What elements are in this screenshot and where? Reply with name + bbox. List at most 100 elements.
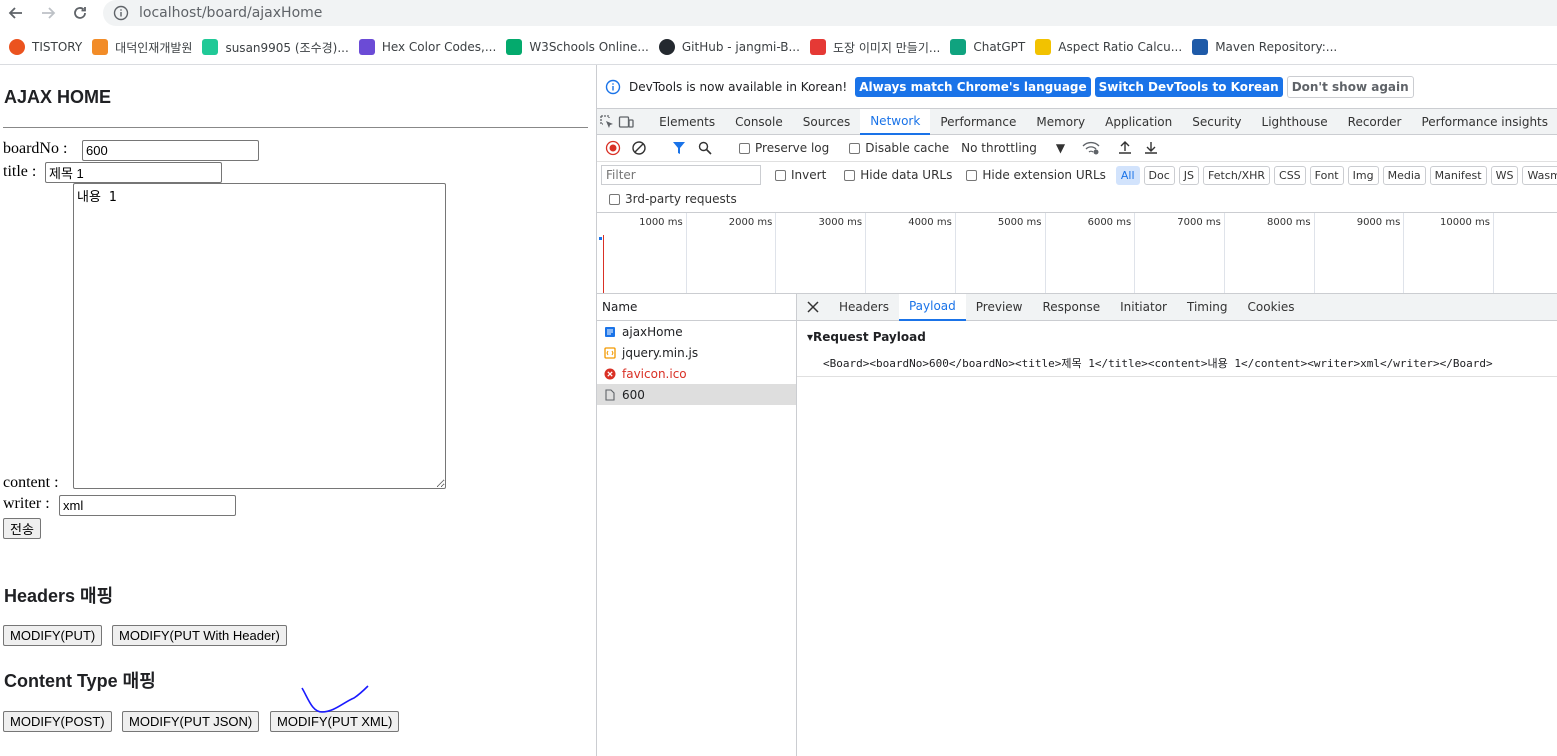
- invert-checkbox[interactable]: Invert: [775, 168, 826, 182]
- network-overview-timeline[interactable]: 1000 ms 2000 ms 3000 ms 4000 ms 5000 ms 6000 …: [597, 212, 1557, 294]
- export-har-icon[interactable]: [1141, 138, 1161, 158]
- hide-data-urls-checkbox[interactable]: Hide data URLs: [844, 168, 952, 182]
- device-toolbar-icon[interactable]: [616, 109, 635, 135]
- filter-chip-ws[interactable]: WS: [1490, 165, 1519, 185]
- bookmark-item[interactable]: Hex Color Codes,...: [356, 35, 504, 59]
- filter-chip-wasm[interactable]: Wasm: [1522, 165, 1557, 185]
- preserve-log-checkbox[interactable]: Preserve log: [739, 141, 829, 155]
- tab-security[interactable]: Security: [1182, 109, 1251, 135]
- bookmark-item[interactable]: W3Schools Online...: [503, 35, 656, 59]
- detail-tab-initiator[interactable]: Initiator: [1110, 294, 1177, 321]
- clear-icon[interactable]: [629, 138, 649, 158]
- bookmark-item[interactable]: Maven Repository:...: [1189, 35, 1344, 59]
- bookmark-item[interactable]: 도장 이미지 만들기...: [807, 35, 947, 59]
- reload-icon[interactable]: [64, 0, 96, 26]
- tab-network[interactable]: Network: [860, 108, 931, 135]
- request-row[interactable]: jquery.min.js: [597, 342, 796, 363]
- request-detail-pane: Headers Payload Preview Response Initiator Ti…: [797, 293, 1557, 756]
- github-icon: [658, 39, 675, 55]
- network-conditions-icon[interactable]: [1081, 138, 1101, 158]
- bookmark-item[interactable]: 대덕인재개발원: [89, 35, 199, 59]
- dont-show-again-button[interactable]: Don't show again: [1286, 75, 1414, 98]
- detail-tab-cookies[interactable]: Cookies: [1238, 294, 1305, 321]
- third-party-checkbox[interactable]: 3rd-party requests: [609, 192, 737, 206]
- tab-console[interactable]: Console: [725, 109, 793, 135]
- filter-bar: Invert Hide data URLs Hide extension URL…: [597, 162, 1557, 188]
- hide-extension-urls-label: Hide extension URLs: [982, 168, 1106, 182]
- inspect-element-icon[interactable]: [597, 109, 616, 135]
- detail-tab-payload[interactable]: Payload: [898, 293, 966, 321]
- back-icon[interactable]: [0, 0, 32, 26]
- tab-application[interactable]: Application: [1095, 109, 1182, 135]
- tab-performance[interactable]: Performance: [930, 109, 1026, 135]
- modify-put-button[interactable]: MODIFY(PUT): [3, 625, 103, 646]
- bookmark-label: TISTORY: [32, 40, 83, 54]
- filter-chip-font[interactable]: Font: [1309, 165, 1344, 185]
- error-icon: [604, 368, 616, 380]
- throttling-select[interactable]: No throttling ▼: [961, 141, 1065, 155]
- filter-input[interactable]: [601, 165, 761, 185]
- tab-memory[interactable]: Memory: [1026, 109, 1095, 135]
- tab-elements[interactable]: Elements: [649, 109, 725, 135]
- writer-input[interactable]: [59, 495, 236, 516]
- filter-chip-css[interactable]: CSS: [1274, 165, 1306, 185]
- filter-chip-img[interactable]: Img: [1347, 165, 1379, 185]
- filter-icon[interactable]: [669, 138, 689, 158]
- daedeok-icon: [92, 39, 109, 55]
- request-row[interactable]: ajaxHome: [597, 321, 796, 342]
- forward-icon[interactable]: [32, 0, 64, 26]
- tab-lighthouse[interactable]: Lighthouse: [1252, 109, 1338, 135]
- bookmark-item[interactable]: GitHub - jangmi-B...: [656, 35, 807, 59]
- filter-chip-all[interactable]: All: [1115, 165, 1140, 185]
- filter-chip-doc[interactable]: Doc: [1143, 165, 1175, 185]
- file-icon: [604, 388, 616, 401]
- modify-put-header-button[interactable]: MODIFY(PUT With Header): [112, 625, 287, 646]
- disable-cache-checkbox[interactable]: Disable cache: [849, 141, 949, 155]
- hide-extension-urls-checkbox[interactable]: Hide extension URLs: [966, 168, 1106, 182]
- tab-performance-insights[interactable]: Performance insights: [1411, 109, 1557, 135]
- bookmark-label: Aspect Ratio Calcu...: [1058, 40, 1183, 54]
- import-har-icon[interactable]: [1115, 138, 1135, 158]
- modify-post-button[interactable]: MODIFY(POST): [3, 711, 112, 732]
- name-column-header[interactable]: Name: [597, 294, 796, 321]
- request-name: favicon.ico: [622, 366, 687, 381]
- modify-put-xml-button[interactable]: MODIFY(PUT XML): [270, 711, 400, 732]
- network-toolbar: Preserve log Disable cache No throttling…: [597, 135, 1557, 162]
- detail-tab-timing[interactable]: Timing: [1177, 294, 1238, 321]
- url-text[interactable]: localhost/board/ajaxHome: [139, 5, 322, 21]
- detail-tab-headers[interactable]: Headers: [829, 294, 899, 321]
- match-language-button[interactable]: Always match Chrome's language: [855, 76, 1091, 97]
- request-name: 600: [622, 387, 645, 402]
- hexcolor-icon: [358, 39, 375, 55]
- filter-chip-js[interactable]: JS: [1178, 165, 1200, 185]
- bookmark-item[interactable]: ChatGPT: [947, 35, 1032, 59]
- close-detail-icon[interactable]: [797, 294, 829, 321]
- boardno-input[interactable]: [82, 140, 259, 161]
- filter-chip-media[interactable]: Media: [1382, 165, 1426, 185]
- bookmark-item[interactable]: susan9905 (조수경)...: [199, 35, 355, 59]
- submit-button[interactable]: 전송: [3, 518, 41, 539]
- tab-recorder[interactable]: Recorder: [1338, 109, 1412, 135]
- bookmark-item[interactable]: TISTORY: [6, 35, 89, 59]
- filter-chip-manifest[interactable]: Manifest: [1429, 165, 1487, 185]
- site-info-icon[interactable]: [113, 5, 129, 21]
- bookmark-label: 도장 이미지 만들기...: [832, 40, 941, 55]
- tab-sources[interactable]: Sources: [793, 109, 860, 135]
- modify-put-json-button[interactable]: MODIFY(PUT JSON): [122, 711, 260, 732]
- content-textarea[interactable]: 내용 1: [73, 183, 446, 489]
- request-row[interactable]: 600: [597, 384, 796, 405]
- request-row[interactable]: favicon.ico: [597, 363, 796, 384]
- detail-tab-preview[interactable]: Preview: [966, 294, 1033, 321]
- search-icon[interactable]: [695, 138, 715, 158]
- address-bar[interactable]: localhost/board/ajaxHome: [103, 0, 1557, 26]
- title-input[interactable]: [45, 162, 222, 183]
- payload-divider: [797, 376, 1557, 377]
- invert-label: Invert: [791, 168, 827, 182]
- record-icon[interactable]: [603, 138, 623, 158]
- request-name: ajaxHome: [622, 324, 683, 339]
- filter-chip-fetchxhr[interactable]: Fetch/XHR: [1203, 165, 1271, 185]
- bookmark-item[interactable]: Aspect Ratio Calcu...: [1032, 35, 1189, 59]
- request-payload-title[interactable]: ▾Request Payload: [807, 330, 926, 344]
- detail-tab-response[interactable]: Response: [1032, 294, 1110, 321]
- switch-korean-button[interactable]: Switch DevTools to Korean: [1094, 76, 1283, 97]
